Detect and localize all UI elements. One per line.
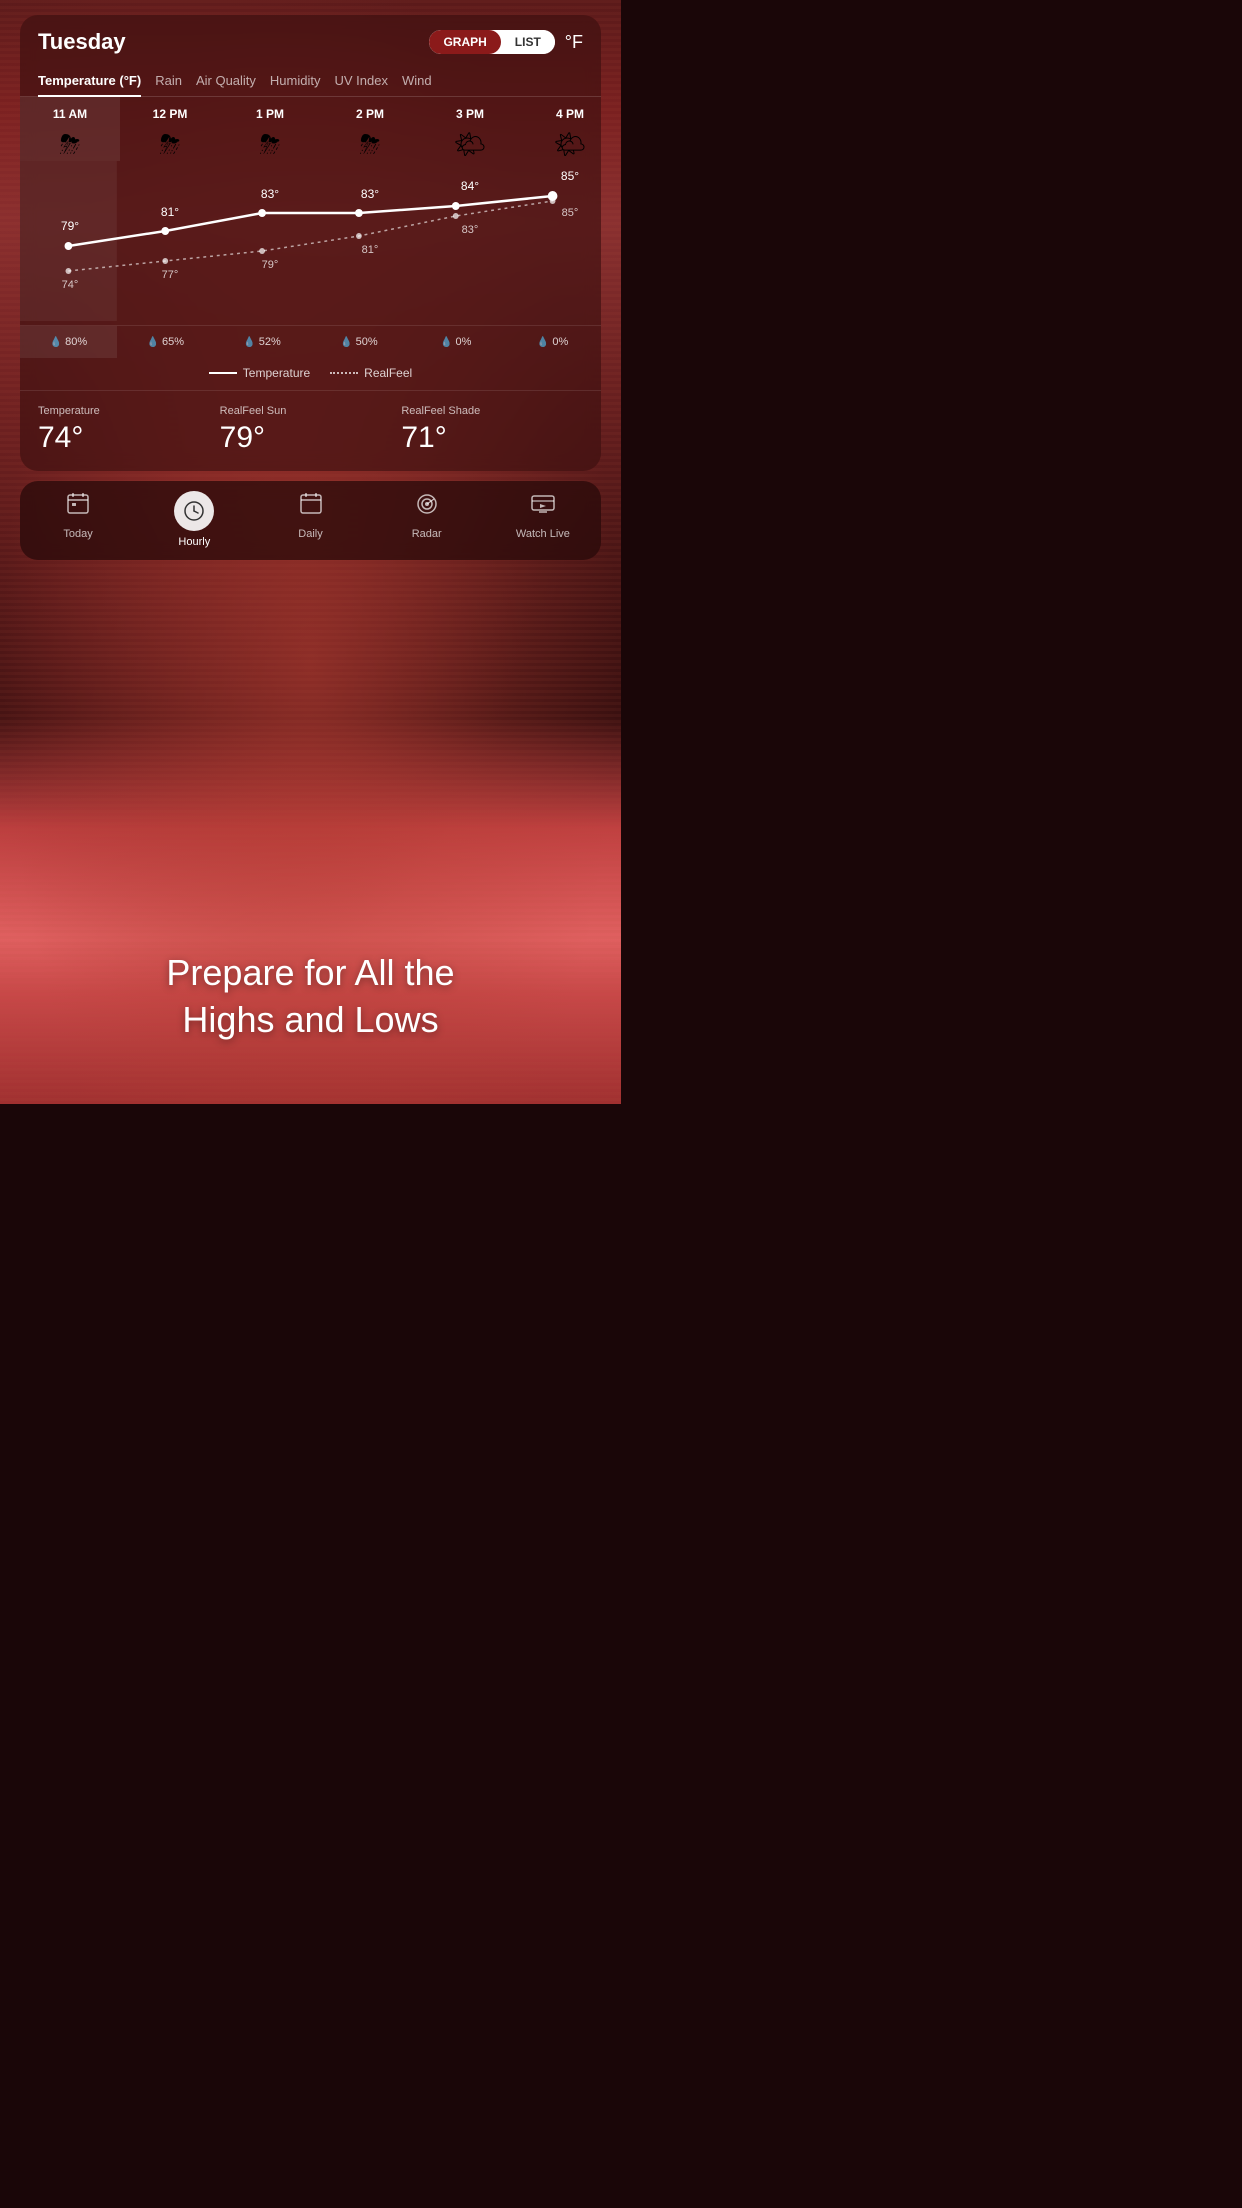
weather-icon-3pm: 🌤 [453, 131, 486, 157]
tab-uv-index[interactable]: UV Index [335, 65, 402, 96]
hour-label-2pm: 2 PM [356, 97, 384, 127]
stat-realfeel-sun: RealFeel Sun 79° [220, 405, 402, 455]
precip-val-11am: 80% [65, 336, 87, 348]
stat-temperature: Temperature 74° [38, 405, 220, 455]
legend-temperature: Temperature [209, 366, 310, 380]
precip-val-4pm: 0% [552, 336, 568, 348]
nav-daily-label: Daily [298, 528, 322, 540]
precip-4pm: 💧 0% [504, 326, 601, 358]
nav-watch-live-label: Watch Live [516, 528, 570, 540]
precipitation-row: 💧 80% 💧 65% 💧 52% 💧 50% 💧 0% [20, 325, 601, 358]
bottom-nav: Today Hourly [20, 481, 601, 560]
drop-icon-1pm: 💧 [243, 337, 255, 348]
tab-humidity[interactable]: Humidity [270, 65, 335, 96]
precip-2pm: 💧 50% [310, 326, 407, 358]
hour-label-4pm: 4 PM [556, 97, 584, 127]
nav-radar-label: Radar [412, 528, 442, 540]
nav-watch-live[interactable]: Watch Live [485, 491, 601, 548]
list-toggle-btn[interactable]: LIST [501, 30, 555, 54]
legend-line-dotted [330, 372, 358, 374]
graph-toggle-btn[interactable]: GRAPH [429, 30, 500, 54]
legend-realfeel: RealFeel [330, 366, 412, 380]
nav-today-label: Today [63, 528, 92, 540]
stats-row: Temperature 74° RealFeel Sun 79° RealFee… [20, 391, 601, 471]
drop-icon-4pm: 💧 [537, 337, 549, 348]
precip-val-2pm: 50% [356, 336, 378, 348]
hour-columns: 11 AM ⛈ 12 PM ⛈ 1 PM ⛈ 2 PM ⛈ [20, 97, 601, 161]
today-icon [65, 491, 91, 523]
drop-icon-2pm: 💧 [340, 337, 352, 348]
stat-rfshade-value: 71° [401, 421, 583, 455]
tab-temperature[interactable]: Temperature (°F) [38, 65, 155, 96]
precip-11am: 💧 80% [20, 326, 117, 358]
view-toggle[interactable]: GRAPH LIST [429, 30, 554, 54]
graph-legend: Temperature RealFeel [20, 358, 601, 391]
stat-realfeel-shade: RealFeel Shade 71° [401, 405, 583, 455]
hour-label-1pm: 1 PM [256, 97, 284, 127]
hourly-icon-wrapper [174, 491, 214, 531]
hour-label-3pm: 3 PM [456, 97, 484, 127]
stat-rfsun-label: RealFeel Sun [220, 405, 402, 417]
hour-col-4pm[interactable]: 4 PM 🌤 [520, 97, 601, 161]
hourly-chart: 11 AM ⛈ 12 PM ⛈ 1 PM ⛈ 2 PM ⛈ [20, 97, 601, 391]
header-controls: GRAPH LIST °F [429, 30, 583, 54]
legend-line-solid [209, 372, 237, 374]
legend-temp-label: Temperature [243, 366, 310, 380]
graph-svg [20, 161, 601, 321]
precip-12pm: 💧 65% [117, 326, 214, 358]
stat-temp-value: 74° [38, 421, 220, 455]
tab-air-quality[interactable]: Air Quality [196, 65, 270, 96]
watch-live-icon [530, 491, 556, 523]
nav-hourly-label: Hourly [178, 536, 210, 548]
legend-rf-label: RealFeel [364, 366, 412, 380]
hour-col-11am[interactable]: 11 AM ⛈ [20, 97, 120, 161]
precip-3pm: 💧 0% [407, 326, 504, 358]
tab-rain[interactable]: Rain [155, 65, 196, 96]
drop-icon-12pm: 💧 [147, 337, 159, 348]
weather-icon-1pm: ⛈ [260, 131, 281, 157]
weather-icon-11am: ⛈ [60, 131, 81, 157]
hour-col-1pm[interactable]: 1 PM ⛈ [220, 97, 320, 161]
precip-1pm: 💧 52% [214, 326, 311, 358]
hour-label-11am: 11 AM [53, 97, 87, 127]
precip-val-1pm: 52% [259, 336, 281, 348]
nav-today[interactable]: Today [20, 491, 136, 548]
precip-val-3pm: 0% [456, 336, 472, 348]
hour-col-2pm[interactable]: 2 PM ⛈ [320, 97, 420, 161]
weather-icon-12pm: ⛈ [160, 131, 181, 157]
daily-icon [298, 491, 324, 523]
unit-label: °F [565, 32, 583, 53]
drop-icon-3pm: 💧 [440, 337, 452, 348]
radar-icon [414, 491, 440, 523]
drop-icon-11am: 💧 [50, 337, 62, 348]
nav-hourly[interactable]: Hourly [136, 491, 252, 548]
day-title: Tuesday [38, 29, 126, 55]
tab-wind[interactable]: Wind [402, 65, 446, 96]
tagline: Prepare for All theHighs and Lows [0, 950, 621, 1044]
hour-col-3pm[interactable]: 3 PM 🌤 [420, 97, 520, 161]
weather-card: Tuesday GRAPH LIST °F Temperature (°F) R… [20, 15, 601, 471]
nav-radar[interactable]: Radar [369, 491, 485, 548]
stat-rfsun-value: 79° [220, 421, 402, 455]
card-header: Tuesday GRAPH LIST °F [20, 15, 601, 65]
weather-icon-4pm: 🌤 [553, 131, 586, 157]
stat-rfshade-label: RealFeel Shade [401, 405, 583, 417]
stat-temp-label: Temperature [38, 405, 220, 417]
hourly-icon-circle [174, 491, 214, 531]
hour-label-12pm: 12 PM [153, 97, 188, 127]
hour-col-12pm[interactable]: 12 PM ⛈ [120, 97, 220, 161]
nav-daily[interactable]: Daily [252, 491, 368, 548]
temperature-graph: 79° 81° 83° 83° 84° 85° 74° 77° 79° 81° … [20, 161, 601, 321]
weather-icon-2pm: ⛈ [360, 131, 381, 157]
category-tabs: Temperature (°F) Rain Air Quality Humidi… [20, 65, 601, 97]
precip-val-12pm: 65% [162, 336, 184, 348]
